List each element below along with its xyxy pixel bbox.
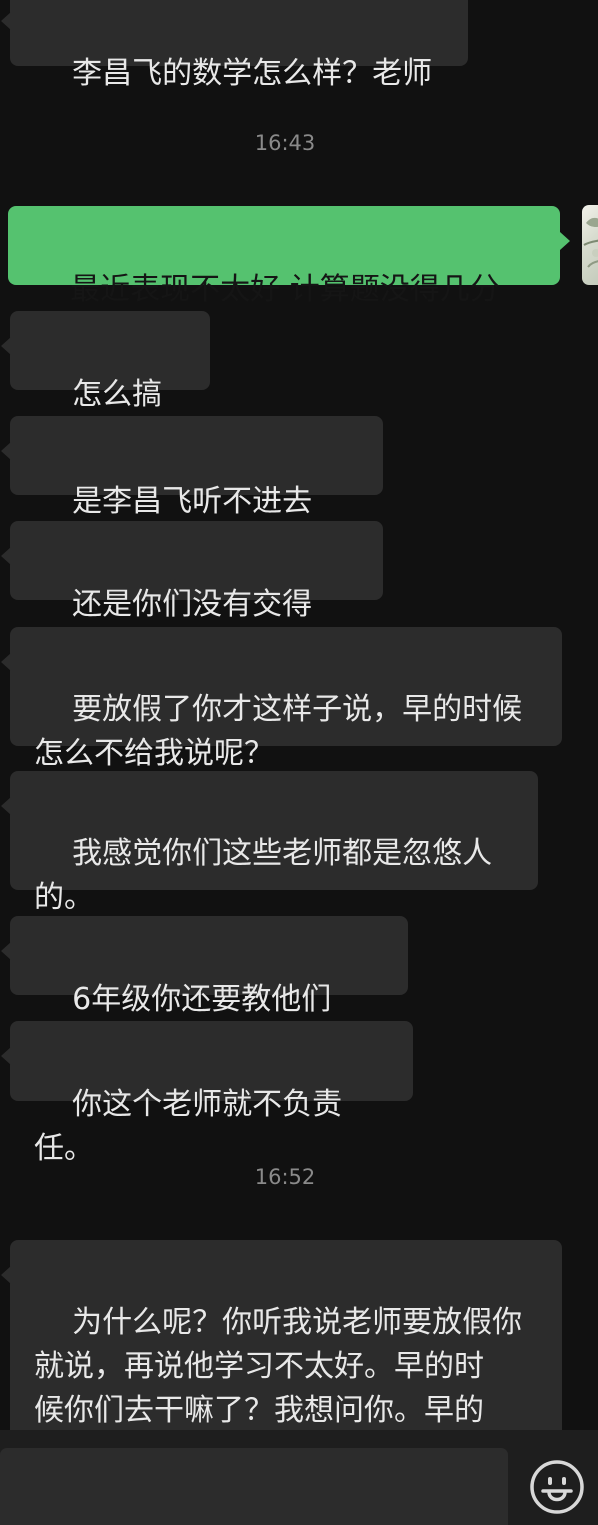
message-bubble-incoming[interactable]: 是李昌飞听不进去吗？ <box>1 416 383 563</box>
message-bubble-incoming[interactable]: 怎么搞的？ <box>1 311 210 456</box>
message-text: 为什么呢？你听我说老师要放假你 就说，再说他学习不太好。早的时 候你们去干嘛了？… <box>34 1305 523 1428</box>
timestamp: 16:52 <box>254 1165 316 1189</box>
message-bubble-incoming[interactable]: 为什么呢？你听我说老师要放假你 就说，再说他学习不太好。早的时 候你们去干嘛了？… <box>1 1240 562 1430</box>
message-bubble-incoming[interactable]: 还是你们没有交得好？ <box>1 521 383 666</box>
timestamp: 16:43 <box>254 131 316 155</box>
message-input-bar <box>0 1430 598 1525</box>
user-avatar[interactable] <box>582 205 598 285</box>
message-bubble-incoming[interactable]: 你这个老师就不负责任。 <box>1 1021 413 1166</box>
message-bubble-incoming[interactable]: 6年级你还要教他们吗？ <box>1 916 408 1061</box>
message-text: 要放假了你才这样子说，早的时候 怎么不给我说呢？ <box>34 692 523 771</box>
message-text: 李昌飞的数学怎么样？老师 <box>72 56 433 91</box>
message-text: 我感觉你们这些老师都是忽悠人 的。 <box>34 836 493 915</box>
message-text: 你这个老师就不负责任。 <box>34 1087 343 1166</box>
emoji-face-icon <box>530 1460 584 1514</box>
chat-history[interactable]: 李昌飞的数学怎么样？老师 16:43 最近表现不太好 计算题没得几分 怎么搞的？… <box>0 0 598 1430</box>
message-input[interactable] <box>0 1448 508 1525</box>
avatar-image <box>583 218 598 268</box>
message-bubble-incoming[interactable]: 要放假了你才这样子说，早的时候 怎么不给我说呢？ <box>1 627 562 771</box>
message-text: 最近表现不太好 计算题没得几分 <box>70 272 500 307</box>
message-bubble-incoming[interactable]: 李昌飞的数学怎么样？老师 <box>1 0 468 91</box>
emoji-button[interactable] <box>528 1458 586 1516</box>
message-bubble-outgoing[interactable]: 最近表现不太好 计算题没得几分 <box>8 206 570 307</box>
message-bubble-incoming[interactable]: 我感觉你们这些老师都是忽悠人 的。 <box>1 771 538 915</box>
